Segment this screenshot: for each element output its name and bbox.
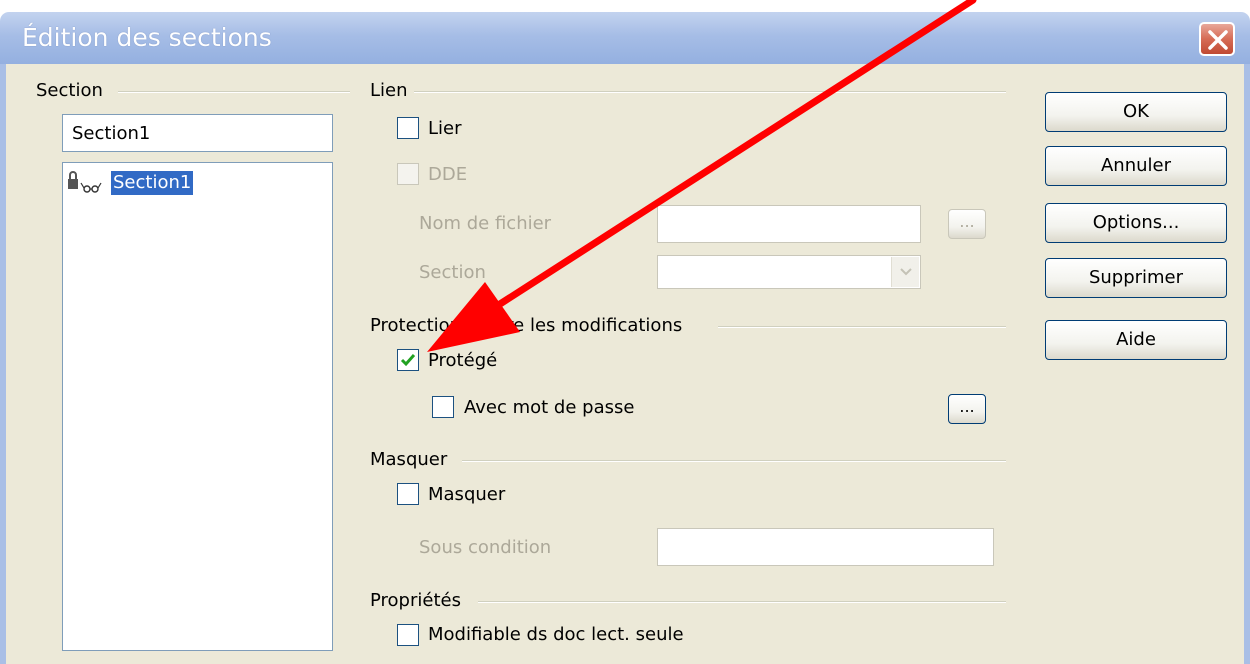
masquer-checkbox[interactable]: [397, 483, 419, 505]
ok-button[interactable]: OK: [1045, 92, 1227, 132]
close-button[interactable]: [1199, 22, 1235, 56]
section-name-input[interactable]: Section1: [62, 114, 333, 152]
proprietes-group-label: Propriétés: [370, 590, 461, 611]
sous-condition-label: Sous condition: [419, 537, 552, 558]
protection-group-label: Protection contre les modifications: [370, 315, 683, 336]
window-frame-right: [1244, 64, 1250, 664]
nom-fichier-input[interactable]: [657, 205, 921, 243]
lien-group-line: [414, 91, 1006, 93]
close-icon: [1208, 30, 1228, 50]
lien-group-label: Lien: [370, 80, 408, 101]
section-name-value: Section1: [72, 123, 151, 144]
browse-file-button[interactable]: ...: [948, 209, 986, 239]
protege-checkbox[interactable]: [397, 349, 419, 371]
lock-glasses-icon: [65, 169, 113, 195]
masquer-group-line: [462, 460, 1006, 462]
section-group-label: Section: [36, 80, 103, 101]
delete-button[interactable]: Supprimer: [1045, 258, 1227, 298]
mot-de-passe-checkbox[interactable]: [432, 396, 454, 418]
password-button[interactable]: ...: [948, 394, 986, 424]
proprietes-group-line: [478, 601, 1006, 603]
section-tree[interactable]: Section1: [62, 162, 333, 651]
masquer-label[interactable]: Masquer: [428, 484, 505, 506]
lien-section-select[interactable]: [657, 255, 921, 289]
chevron-down-icon: [900, 268, 912, 276]
masquer-group-label: Masquer: [370, 449, 448, 470]
dialog-title: Édition des sections: [22, 23, 272, 52]
nom-fichier-label: Nom de fichier: [419, 213, 552, 234]
protege-label[interactable]: Protégé: [428, 350, 497, 372]
mot-de-passe-label[interactable]: Avec mot de passe: [464, 397, 634, 419]
lier-label[interactable]: Lier: [428, 118, 462, 140]
tree-item-section1[interactable]: Section1: [111, 171, 194, 195]
lien-section-label: Section: [419, 262, 486, 283]
dde-checkbox[interactable]: [397, 163, 419, 185]
help-button[interactable]: Aide: [1045, 320, 1227, 360]
modifiable-label[interactable]: Modifiable ds doc lect. seule: [428, 624, 684, 646]
protection-group-line: [718, 326, 1006, 328]
section-group-line: [118, 91, 350, 93]
checkmark-icon: [400, 354, 416, 367]
sous-condition-input[interactable]: [657, 528, 994, 566]
window-frame-left: [0, 64, 6, 664]
modifiable-checkbox[interactable]: [397, 624, 419, 646]
cancel-button[interactable]: Annuler: [1045, 146, 1227, 186]
options-button[interactable]: Options...: [1045, 203, 1227, 243]
title-bar[interactable]: Édition des sections: [0, 12, 1250, 64]
section-dropdown-button[interactable]: [891, 257, 919, 287]
lier-checkbox[interactable]: [397, 117, 419, 139]
dde-label: DDE: [428, 164, 468, 185]
